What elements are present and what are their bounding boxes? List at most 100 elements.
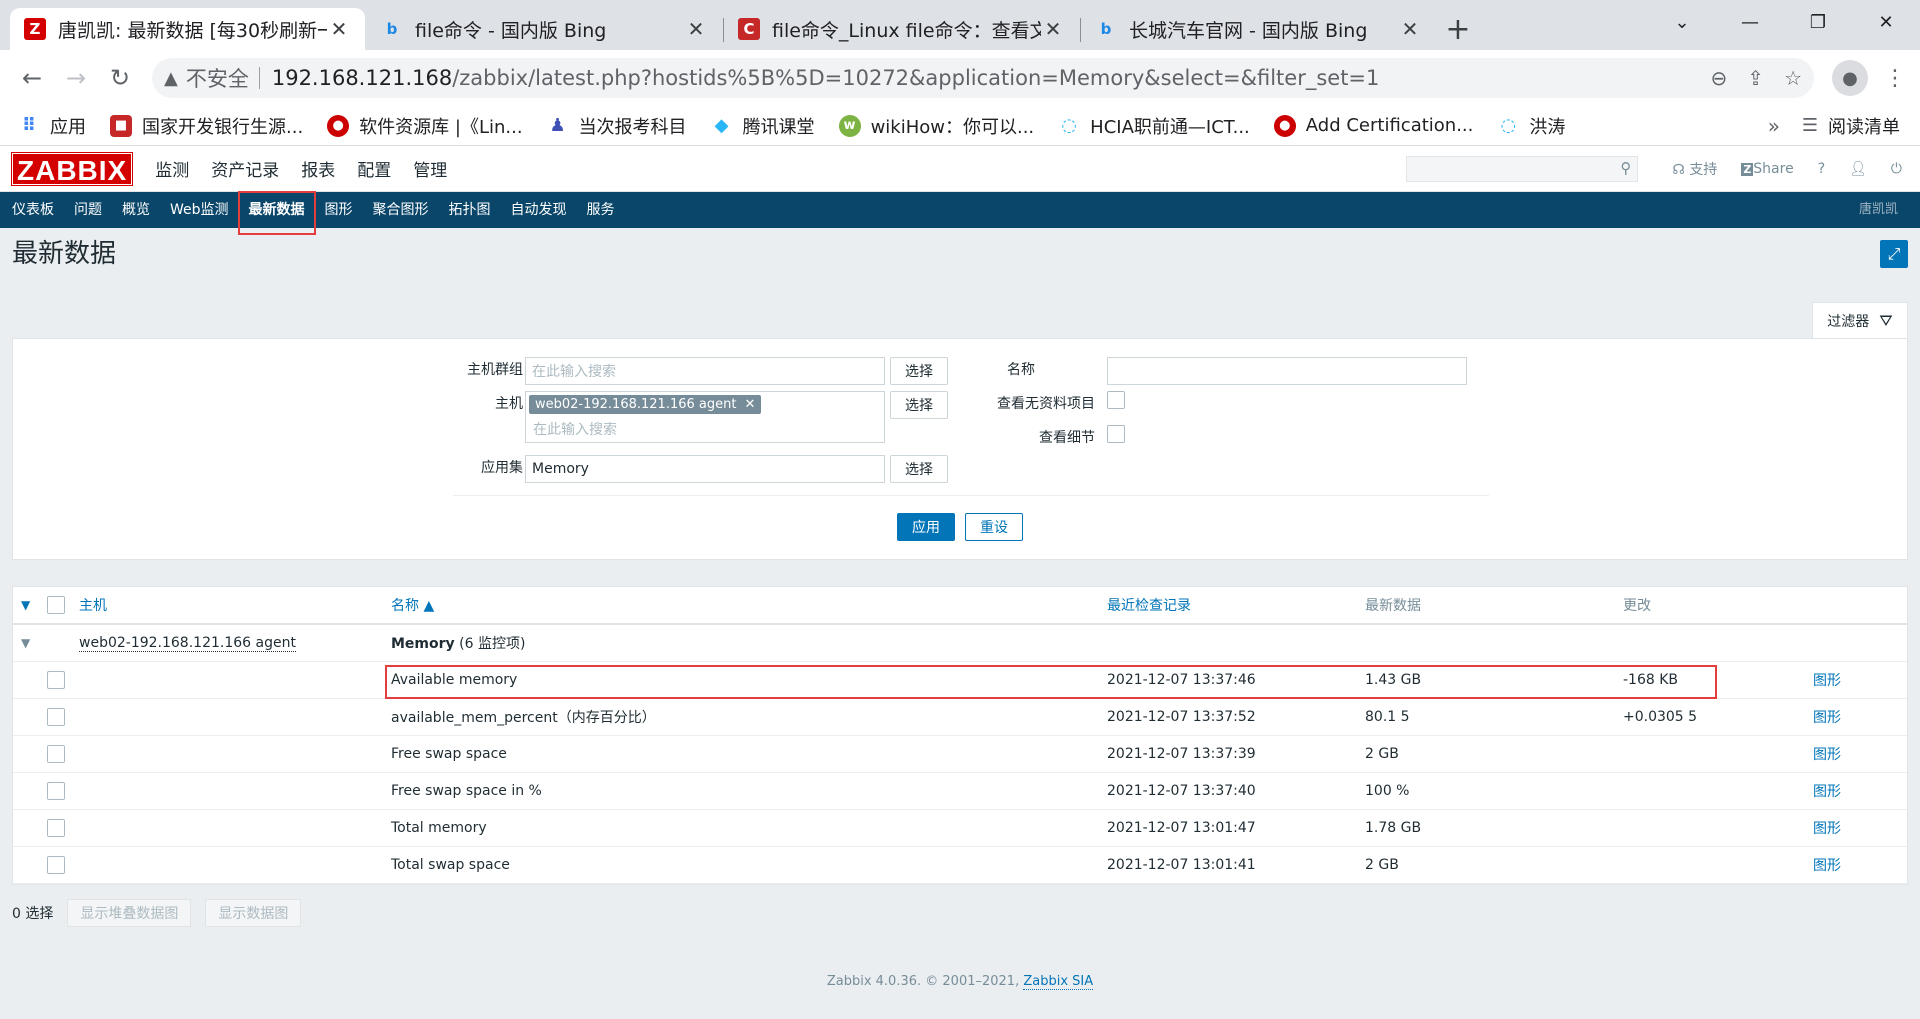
bookmark-item[interactable]: ● 软件资源库 |《Lin... bbox=[327, 113, 523, 139]
zoom-icon[interactable]: ⊖ bbox=[1711, 66, 1728, 90]
row-checkbox[interactable] bbox=[47, 707, 65, 726]
bookmark-item[interactable]: ■ 国家开发银行生源... bbox=[110, 113, 303, 139]
user-profile-icon[interactable]: 👤︎ bbox=[1849, 161, 1867, 177]
reload-icon[interactable]: ↻ bbox=[98, 56, 142, 100]
fullscreen-icon[interactable]: ⤢ bbox=[1880, 240, 1908, 268]
name-input[interactable] bbox=[1107, 357, 1467, 385]
browser-tab[interactable]: b 长城汽车官网 - 国内版 Bing ✕ bbox=[1081, 8, 1436, 50]
stacked-graph-button[interactable]: 显示堆叠数据图 bbox=[67, 898, 192, 927]
browser-tab[interactable]: b file命令 - 国内版 Bing ✕ bbox=[367, 8, 724, 50]
share-icon[interactable]: ⇪ bbox=[1747, 66, 1764, 90]
host-label: 主机 bbox=[495, 396, 523, 412]
tab-search-icon[interactable]: ⌄ bbox=[1648, 0, 1716, 44]
close-tab-icon[interactable]: ✕ bbox=[327, 17, 351, 41]
submenu-graphs[interactable]: 图形 bbox=[315, 192, 363, 228]
bookmark-apps[interactable]: ⠿ 应用 bbox=[18, 113, 86, 139]
col-last-check[interactable]: 最近检查记录 bbox=[1107, 587, 1365, 625]
reset-button[interactable]: 重设 bbox=[965, 513, 1023, 541]
row-checkbox[interactable] bbox=[47, 818, 65, 837]
submenu-services[interactable]: 服务 bbox=[577, 192, 625, 228]
menu-reports[interactable]: 报表 bbox=[290, 156, 346, 181]
graph-link[interactable]: 图形 bbox=[1813, 747, 1841, 763]
application-input[interactable]: Memory bbox=[525, 455, 885, 483]
menu-administration[interactable]: 管理 bbox=[402, 156, 458, 181]
graph-button[interactable]: 显示数据图 bbox=[205, 898, 302, 927]
row-checkbox[interactable] bbox=[47, 744, 65, 763]
col-name[interactable]: 名称 ▲ bbox=[391, 587, 1107, 625]
group-cell bbox=[1365, 624, 1623, 662]
reading-list-button[interactable]: ☰ 阅读清单 bbox=[1802, 113, 1900, 139]
bookmark-item[interactable]: ◌ HCIA职前通—ICT... bbox=[1058, 113, 1250, 139]
bookmark-star-icon[interactable]: ☆ bbox=[1784, 66, 1802, 90]
host-tag[interactable]: web02-192.168.121.166 agent ✕ bbox=[529, 395, 762, 414]
new-tab-button[interactable]: + bbox=[1438, 8, 1478, 50]
close-tab-icon[interactable]: ✕ bbox=[684, 17, 708, 41]
collapse-all-icon[interactable]: ▼ bbox=[13, 587, 47, 625]
application-select-button[interactable]: 选择 bbox=[890, 455, 948, 483]
footer-link[interactable]: Zabbix SIA bbox=[1023, 974, 1094, 990]
help-icon[interactable]: ? bbox=[1818, 161, 1825, 177]
address-bar[interactable]: ▲ 不安全 192.168.121.168/zabbix/latest.php?… bbox=[152, 58, 1814, 98]
bookmark-item[interactable]: w wikiHow：你可以... bbox=[838, 113, 1034, 139]
graph-link[interactable]: 图形 bbox=[1813, 821, 1841, 837]
show-details-checkbox[interactable] bbox=[1107, 425, 1125, 443]
row-checkbox[interactable] bbox=[47, 670, 65, 689]
tab-title: file命令 - 国内版 Bing bbox=[415, 19, 607, 42]
search-icon[interactable]: ⚲ bbox=[1620, 159, 1631, 177]
graph-link[interactable]: 图形 bbox=[1813, 710, 1841, 726]
submenu-overview[interactable]: 概览 bbox=[112, 192, 160, 228]
close-tab-icon[interactable]: ✕ bbox=[1398, 17, 1422, 41]
apply-button[interactable]: 应用 bbox=[897, 513, 955, 541]
sign-out-icon[interactable]: ⏻ bbox=[1891, 161, 1902, 177]
graph-link[interactable]: 图形 bbox=[1813, 673, 1841, 689]
graph-link[interactable]: 图形 bbox=[1813, 784, 1841, 800]
menu-inventory[interactable]: 资产记录 bbox=[200, 156, 290, 181]
bookmarks-more-icon[interactable]: » bbox=[1768, 114, 1780, 138]
bookmark-item[interactable]: ♟ 当次报考科目 bbox=[547, 113, 686, 139]
graph-link[interactable]: 图形 bbox=[1813, 858, 1841, 874]
submenu-screens[interactable]: 聚合图形 bbox=[363, 192, 439, 228]
row-check-cell bbox=[47, 846, 79, 884]
menu-configuration[interactable]: 配置 bbox=[346, 156, 402, 181]
share-link[interactable]: Z Share bbox=[1741, 161, 1794, 177]
row-checkbox[interactable] bbox=[47, 855, 65, 874]
submenu-dashboard[interactable]: 仪表板 bbox=[2, 192, 64, 228]
select-all-checkbox[interactable] bbox=[47, 596, 65, 614]
browser-menu-icon[interactable]: ⋮ bbox=[1880, 66, 1910, 91]
close-window-icon[interactable]: ✕ bbox=[1852, 0, 1920, 44]
row-checkbox[interactable] bbox=[47, 781, 65, 800]
row-cell bbox=[79, 698, 391, 736]
row-cell bbox=[13, 735, 47, 773]
support-link[interactable]: ☊ 支持 bbox=[1672, 159, 1717, 179]
browser-tab[interactable]: C file命令_Linux file命令：查看文 ✕ bbox=[724, 8, 1081, 50]
collapse-group-icon[interactable]: ▼ bbox=[13, 624, 47, 662]
back-icon[interactable]: ← bbox=[10, 56, 54, 100]
hostgroup-input[interactable]: 在此输入搜索 bbox=[525, 357, 885, 385]
host-search-input[interactable]: 在此输入搜索 bbox=[527, 418, 827, 440]
col-host[interactable]: 主机 bbox=[79, 587, 391, 625]
minimize-icon[interactable]: — bbox=[1716, 0, 1784, 44]
bookmark-item[interactable]: ◆ 腾讯课堂 bbox=[711, 113, 815, 139]
browser-tab[interactable]: Z 唐凯凯: 最新数据 [每30秒刷新一 ✕ bbox=[10, 8, 365, 50]
remove-tag-icon[interactable]: ✕ bbox=[744, 397, 755, 412]
close-tab-icon[interactable]: ✕ bbox=[1041, 17, 1065, 41]
url-text[interactable]: 192.168.121.168/zabbix/latest.php?hostid… bbox=[272, 66, 1711, 90]
submenu-problems[interactable]: 问题 bbox=[64, 192, 112, 228]
submenu-maps[interactable]: 拓扑图 bbox=[439, 192, 501, 228]
submenu-discovery[interactable]: 自动发现 bbox=[501, 192, 577, 228]
show-no-data-checkbox[interactable] bbox=[1107, 391, 1125, 409]
footer-text: Zabbix 4.0.36. © 2001–2021, bbox=[826, 974, 1024, 989]
restore-icon[interactable]: ❐ bbox=[1784, 0, 1852, 44]
zabbix-logo[interactable]: ZABBIX bbox=[10, 151, 134, 186]
global-search-input[interactable]: ⚲ bbox=[1406, 156, 1639, 182]
menu-monitoring[interactable]: 监测 bbox=[144, 156, 200, 181]
bookmark-item[interactable]: ◌ 洪涛 bbox=[1497, 113, 1566, 139]
bookmark-item[interactable]: ● Add Certification... bbox=[1273, 114, 1473, 137]
group-item-count: (6 监控项) bbox=[459, 635, 526, 652]
profile-avatar-icon[interactable]: ● bbox=[1832, 60, 1868, 96]
forward-icon[interactable]: → bbox=[54, 56, 98, 100]
filter-tab[interactable]: 过滤器 ⛛ bbox=[1812, 302, 1908, 338]
submenu-web[interactable]: Web监测 bbox=[160, 192, 239, 228]
group-host-link[interactable]: web02-192.168.121.166 agent bbox=[79, 634, 296, 652]
graph-cell: 图形 bbox=[1813, 661, 1907, 699]
